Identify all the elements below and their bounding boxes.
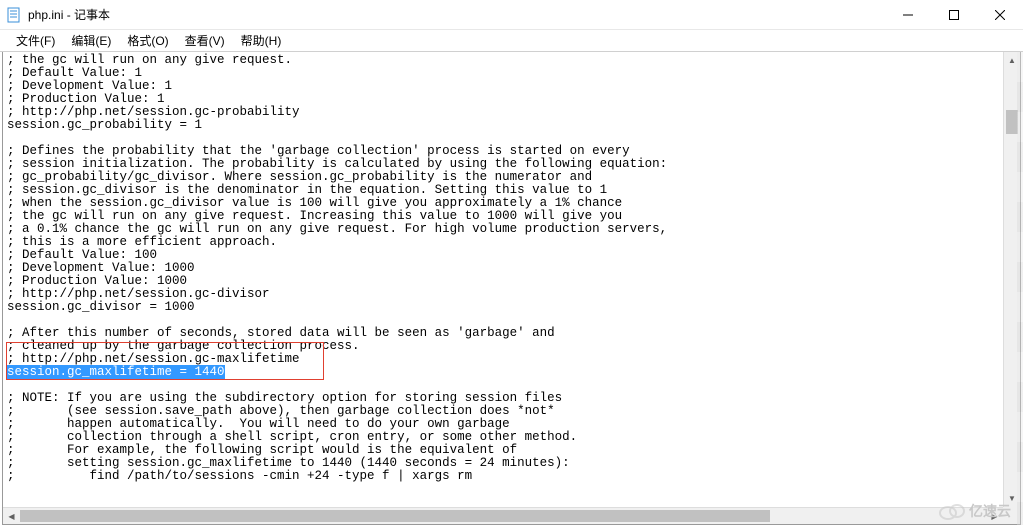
window-controls bbox=[885, 0, 1023, 29]
menu-file[interactable]: 文件(F) bbox=[8, 30, 63, 51]
scroll-left-icon[interactable]: ◀ bbox=[3, 508, 20, 524]
menubar: 文件(F) 编辑(E) 格式(O) 查看(V) 帮助(H) bbox=[0, 30, 1023, 52]
close-button[interactable] bbox=[977, 0, 1023, 29]
horizontal-scrollbar[interactable]: ◀ ▶ bbox=[3, 507, 1003, 524]
selected-text[interactable]: session.gc_maxlifetime = 1440 bbox=[7, 365, 225, 379]
hscroll-thumb[interactable] bbox=[20, 510, 770, 522]
code-line[interactable]: session.gc_divisor = 1000 bbox=[7, 301, 1016, 314]
code-line[interactable]: ; find /path/to/sessions -cmin +24 -type… bbox=[7, 470, 1016, 483]
scroll-right-icon[interactable]: ▶ bbox=[986, 508, 1003, 524]
adjacent-window-edge bbox=[1017, 52, 1023, 525]
menu-format[interactable]: 格式(O) bbox=[119, 30, 176, 51]
code-line[interactable]: session.gc_maxlifetime = 1440 bbox=[7, 366, 1016, 379]
maximize-button[interactable] bbox=[931, 0, 977, 29]
menu-edit[interactable]: 编辑(E) bbox=[63, 30, 119, 51]
editor-container: ; the gc will run on any give request. ; … bbox=[2, 52, 1021, 525]
code-line[interactable]: session.gc_probability = 1 bbox=[7, 119, 1016, 132]
code-line[interactable]: ; the gc will run on any give request. bbox=[7, 54, 1016, 67]
notepad-icon bbox=[6, 7, 22, 23]
minimize-button[interactable] bbox=[885, 0, 931, 29]
menu-view[interactable]: 查看(V) bbox=[177, 30, 233, 51]
text-editor[interactable]: ; the gc will run on any give request. ; … bbox=[3, 52, 1020, 507]
titlebar: php.ini - 记事本 bbox=[0, 0, 1023, 30]
window-title: php.ini - 记事本 bbox=[28, 6, 885, 23]
code-line[interactable]: ; this is a more efficient approach. bbox=[7, 236, 1016, 249]
menu-help[interactable]: 帮助(H) bbox=[233, 30, 290, 51]
